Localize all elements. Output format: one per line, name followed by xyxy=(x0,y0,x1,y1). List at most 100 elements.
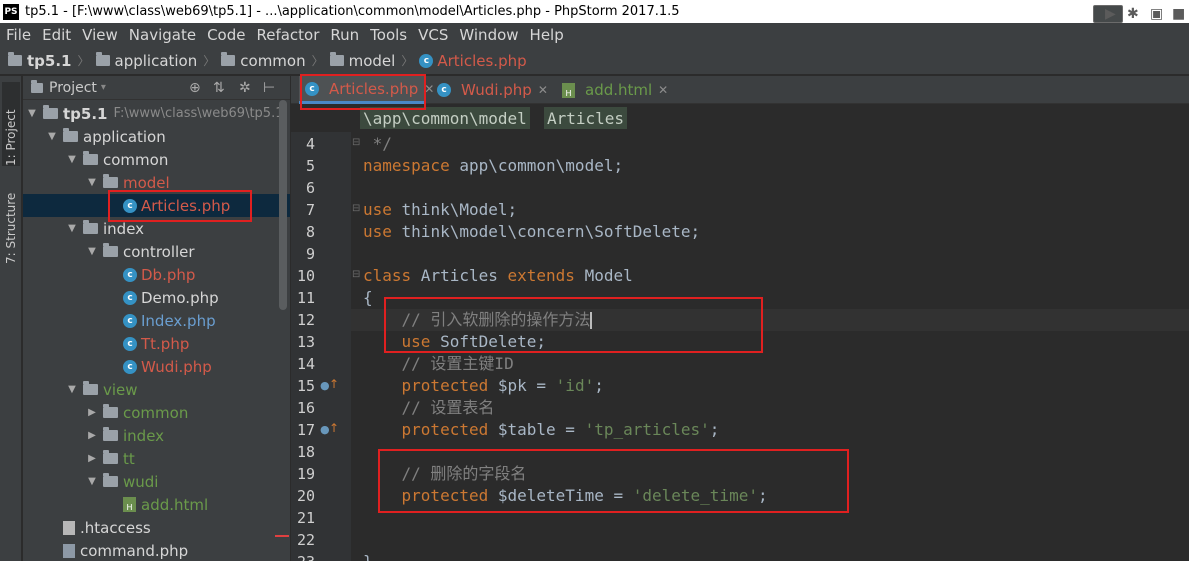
project-panel-scrollbar[interactable] xyxy=(279,100,287,310)
stop-icon[interactable]: ■ xyxy=(1172,6,1185,22)
tree-item[interactable]: c Index.php xyxy=(23,309,290,332)
menu-item-tools[interactable]: Tools xyxy=(370,26,407,44)
close-icon[interactable]: ✕ xyxy=(658,83,668,97)
code-line[interactable] xyxy=(351,507,1189,529)
chevron-down-icon[interactable]: ▼ xyxy=(67,223,77,234)
gear-icon[interactable]: ✲ xyxy=(239,80,251,96)
hide-panel-icon[interactable]: ⊢ xyxy=(263,80,275,96)
code-line[interactable]: use think\model\concern\SoftDelete; xyxy=(351,221,1189,243)
tree-item[interactable]: ▼ application xyxy=(23,125,290,148)
nav-crumb[interactable]: c Articles.php xyxy=(419,52,527,70)
tree-item[interactable]: c Tt.php xyxy=(23,332,290,355)
tree-item[interactable]: c Demo.php xyxy=(23,286,290,309)
code-line[interactable]: class Articles extends Model xyxy=(351,265,1189,287)
tree-item[interactable]: ▼ wudi xyxy=(23,470,290,493)
class-crumb[interactable]: Articles xyxy=(544,107,628,129)
editor-tab[interactable]: c Wudi.php ✕ xyxy=(431,76,551,104)
menu-item-code[interactable]: Code xyxy=(207,26,245,44)
tree-item[interactable]: ▼ common xyxy=(23,148,290,171)
code-line[interactable]: // 引入软删除的操作方法 xyxy=(351,309,1189,331)
chevron-down-icon[interactable]: ▾ xyxy=(101,82,106,93)
structure-tool-tab[interactable]: 7: Structure xyxy=(2,176,20,264)
project-tool-tab[interactable]: 1: Project xyxy=(2,82,20,166)
tree-item[interactable]: command.php xyxy=(23,539,290,561)
code-line[interactable] xyxy=(351,177,1189,199)
php-class-icon: c xyxy=(123,313,137,328)
code-line[interactable]: protected $deleteTime = 'delete_time'; xyxy=(351,485,1189,507)
code-line[interactable]: { xyxy=(351,287,1189,309)
project-panel-title[interactable]: Project xyxy=(49,80,97,96)
line-number: 9 xyxy=(305,245,315,263)
collapse-all-icon[interactable]: ⇅ xyxy=(213,80,225,96)
editor-tab[interactable]: c Articles.php ✕ xyxy=(299,76,434,104)
nav-crumb[interactable]: application 〉 xyxy=(95,52,222,70)
editor-tab[interactable]: Hadd.html ✕ xyxy=(556,76,668,104)
chevron-down-icon[interactable]: ▼ xyxy=(87,476,97,487)
chevron-down-icon[interactable]: ▼ xyxy=(87,177,97,188)
chevron-down-icon[interactable]: ▼ xyxy=(87,246,97,257)
fold-icon[interactable]: ⊟ xyxy=(352,269,360,280)
chevron-right-icon: 〉 xyxy=(401,54,414,68)
tree-item[interactable]: c Articles.php xyxy=(23,194,290,217)
run-icon[interactable]: ▶ xyxy=(1105,6,1116,22)
tree-item[interactable]: ▼ controller xyxy=(23,240,290,263)
tree-item[interactable]: ▼ index xyxy=(23,217,290,240)
nav-crumb[interactable]: model 〉 xyxy=(329,52,420,70)
code-line[interactable]: protected $table = 'tp_articles'; xyxy=(351,419,1189,441)
tree-item[interactable]: ▼ view xyxy=(23,378,290,401)
code-line[interactable] xyxy=(351,529,1189,551)
code-line[interactable]: */ xyxy=(351,133,1189,155)
tree-item[interactable]: ▼ model xyxy=(23,171,290,194)
tree-item[interactable]: ▶ common xyxy=(23,401,290,424)
scroll-from-source-icon[interactable]: ⊕ xyxy=(189,80,201,96)
chevron-right-icon[interactable]: ▶ xyxy=(87,453,97,464)
code-line[interactable] xyxy=(351,243,1189,265)
code-line[interactable]: // 设置表名 xyxy=(351,397,1189,419)
menu-item-file[interactable]: File xyxy=(6,26,31,44)
tree-item[interactable]: ▶ tt xyxy=(23,447,290,470)
arrow-up-icon[interactable]: ↑ xyxy=(329,421,339,435)
close-icon[interactable]: ✕ xyxy=(538,83,548,97)
menu-item-refactor[interactable]: Refactor xyxy=(256,26,319,44)
menu-item-navigate[interactable]: Navigate xyxy=(129,26,196,44)
tree-item[interactable]: Hadd.html xyxy=(23,493,290,516)
nav-crumb[interactable]: tp5.1 〉 xyxy=(8,52,96,70)
menu-item-window[interactable]: Window xyxy=(459,26,518,44)
code-line[interactable]: protected $pk = 'id'; xyxy=(351,375,1189,397)
tree-item[interactable]: .htaccess xyxy=(23,516,290,539)
code-line[interactable]: use SoftDelete; xyxy=(351,331,1189,353)
editor-gutter[interactable]: 456789101112131415●↑1617●↑181920212223 xyxy=(291,132,351,561)
menu-item-edit[interactable]: Edit xyxy=(42,26,71,44)
chevron-down-icon[interactable]: ▼ xyxy=(47,131,57,142)
fold-icon[interactable]: ⊟ xyxy=(352,137,360,148)
chevron-down-icon[interactable]: ▼ xyxy=(67,384,77,395)
menu-item-view[interactable]: View xyxy=(82,26,118,44)
chevron-down-icon[interactable]: ▼ xyxy=(27,108,37,119)
menu-item-help[interactable]: Help xyxy=(530,26,564,44)
arrow-up-icon[interactable]: ↑ xyxy=(329,377,339,391)
chevron-right-icon[interactable]: ▶ xyxy=(87,407,97,418)
code-line[interactable]: // 删除的字段名 xyxy=(351,463,1189,485)
code-line[interactable]: } xyxy=(351,551,1189,561)
coverage-icon[interactable]: ▣ xyxy=(1150,6,1163,22)
folder-icon xyxy=(8,52,22,66)
code-line[interactable]: // 设置主键ID xyxy=(351,353,1189,375)
code-line[interactable]: use think\Model; xyxy=(351,199,1189,221)
debug-icon[interactable]: ✱ xyxy=(1127,6,1139,22)
tree-item[interactable]: ▼ tp5.1 F:\www\class\web69\tp5.1 xyxy=(23,102,290,125)
menu-item-run[interactable]: Run xyxy=(330,26,359,44)
code-line[interactable] xyxy=(351,441,1189,463)
namespace-crumb[interactable]: \app\common\model xyxy=(360,107,530,129)
chevron-right-icon[interactable]: ▶ xyxy=(87,430,97,441)
nav-crumb[interactable]: common 〉 xyxy=(221,52,329,70)
fold-icon[interactable]: ⊟ xyxy=(352,203,360,214)
code-editor[interactable]: */namespace app\common\model; use think\M… xyxy=(351,132,1189,561)
tree-item[interactable]: c Wudi.php xyxy=(23,355,290,378)
php-file-icon xyxy=(63,543,75,558)
folder-icon xyxy=(103,473,118,487)
chevron-down-icon[interactable]: ▼ xyxy=(67,154,77,165)
tree-item[interactable]: c Db.php xyxy=(23,263,290,286)
menu-item-vcs[interactable]: VCS xyxy=(418,26,448,44)
tree-item[interactable]: ▶ index xyxy=(23,424,290,447)
code-line[interactable]: namespace app\common\model; xyxy=(351,155,1189,177)
